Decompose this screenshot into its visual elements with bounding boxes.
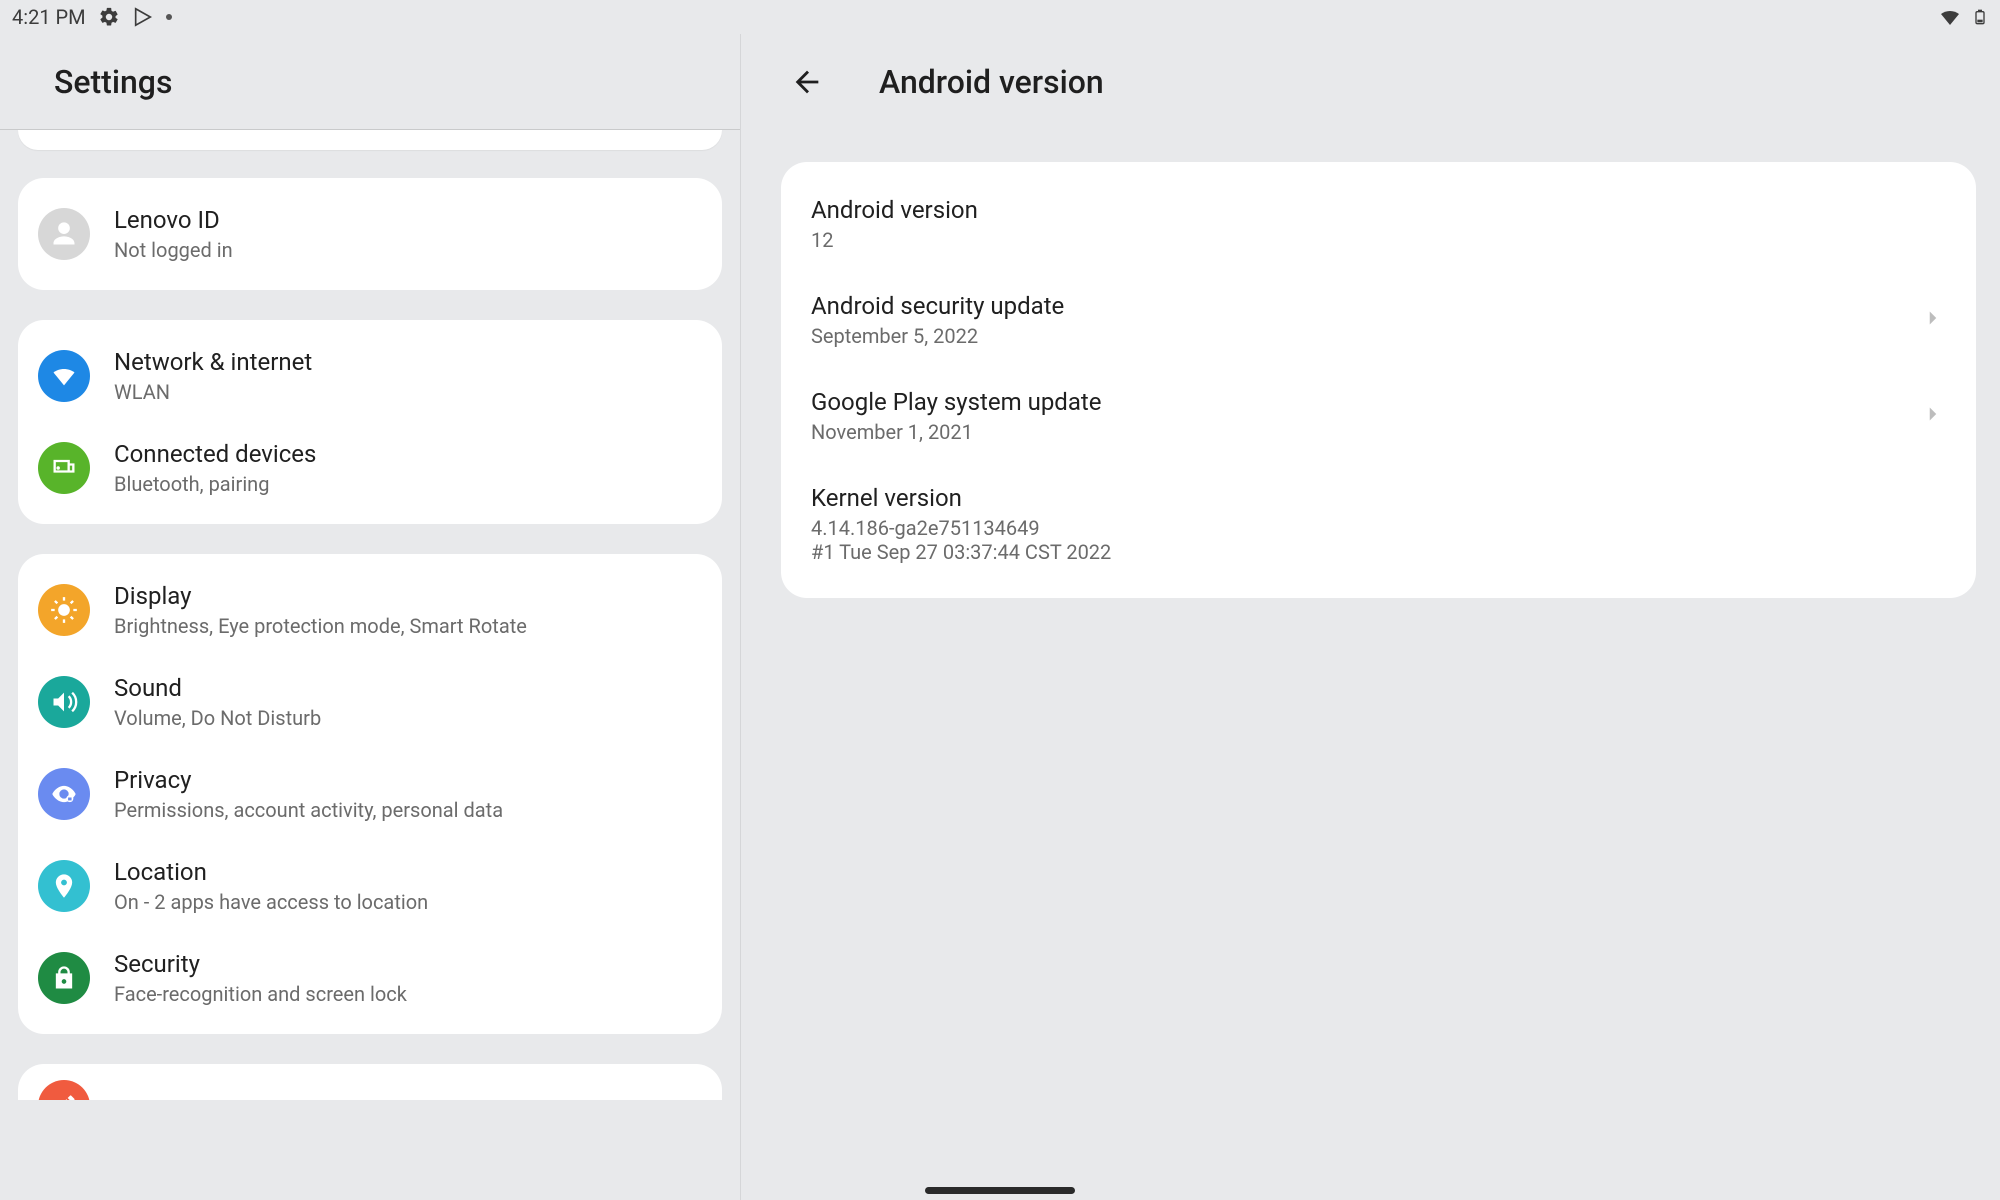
detail-card: Android version 12 Android security update… bbox=[781, 162, 1976, 598]
wifi-icon bbox=[1938, 5, 1962, 29]
row-title: Sound bbox=[114, 674, 321, 702]
detail-row-security_update[interactable]: Android security update September 5, 2022 bbox=[781, 272, 1976, 368]
settings-master-pane: Settings Lenovo ID Not logged in Network… bbox=[0, 34, 740, 1200]
location-icon bbox=[38, 860, 90, 912]
detail-pane: Android version Android version12Android… bbox=[740, 34, 2000, 1200]
pen-icon bbox=[38, 1080, 90, 1100]
settings-header: Settings bbox=[0, 34, 740, 130]
battery-icon bbox=[1972, 5, 1988, 29]
next-card-peek[interactable] bbox=[18, 1064, 722, 1100]
avatar-icon bbox=[38, 208, 90, 260]
row-text: Privacy Permissions, account activity, pe… bbox=[114, 766, 503, 822]
row-title: Network & internet bbox=[114, 348, 312, 376]
settings-title: Settings bbox=[54, 63, 172, 101]
row-subtitle: Volume, Do Not Disturb bbox=[114, 706, 321, 730]
row-text: Lenovo ID Not logged in bbox=[114, 206, 233, 262]
gear-icon bbox=[98, 6, 120, 28]
connected-icon bbox=[38, 442, 90, 494]
row-title: Display bbox=[114, 582, 527, 610]
settings-list[interactable]: Lenovo ID Not logged in Network & intern… bbox=[0, 130, 740, 1200]
detail-item-title: Google Play system update bbox=[811, 388, 1101, 416]
display-icon bbox=[38, 584, 90, 636]
status-left: 4:21 PM bbox=[12, 5, 172, 29]
detail-item-subtitle: November 1, 2021 bbox=[811, 420, 1101, 444]
row-title: Security bbox=[114, 950, 407, 978]
row-text: Security Face-recognition and screen lock bbox=[114, 950, 407, 1006]
detail-item-subtitle: September 5, 2022 bbox=[811, 324, 1064, 348]
detail-item-title: Kernel version bbox=[811, 484, 1111, 512]
row-title: Privacy bbox=[114, 766, 503, 794]
detail-text: Android version 12 bbox=[811, 196, 978, 252]
row-text: Connected devices Bluetooth, pairing bbox=[114, 440, 316, 496]
status-right bbox=[1938, 5, 1988, 29]
row-title: Lenovo ID bbox=[114, 206, 233, 234]
row-text: Network & internet WLAN bbox=[114, 348, 312, 404]
row-title: Connected devices bbox=[114, 440, 316, 468]
detail-text: Google Play system update November 1, 202… bbox=[811, 388, 1101, 444]
settings-row-location[interactable]: Location On - 2 apps have access to locat… bbox=[18, 840, 722, 932]
connectivity-card: Network & internet WLAN Connected devices B… bbox=[18, 320, 722, 524]
row-text: Sound Volume, Do Not Disturb bbox=[114, 674, 321, 730]
row-subtitle: Bluetooth, pairing bbox=[114, 472, 316, 496]
network-icon bbox=[38, 350, 90, 402]
row-subtitle: On - 2 apps have access to location bbox=[114, 890, 428, 914]
settings-row-network[interactable]: Network & internet WLAN bbox=[18, 330, 722, 422]
row-text: Display Brightness, Eye protection mode, … bbox=[114, 582, 527, 638]
row-subtitle: WLAN bbox=[114, 380, 312, 404]
detail-title: Android version bbox=[879, 63, 1104, 101]
chevron-right-icon bbox=[1920, 401, 1946, 431]
detail-item-subtitle: 4.14.186-ga2e751134649 #1 Tue Sep 27 03:… bbox=[811, 516, 1111, 564]
row-subtitle: Permissions, account activity, personal … bbox=[114, 798, 503, 822]
search-bar-peek[interactable] bbox=[18, 130, 722, 150]
notification-dot-icon bbox=[166, 14, 172, 20]
back-button[interactable] bbox=[787, 62, 827, 102]
play-store-icon bbox=[132, 6, 154, 28]
device-card: Display Brightness, Eye protection mode, … bbox=[18, 554, 722, 1034]
status-bar: 4:21 PM bbox=[0, 0, 2000, 34]
privacy-icon bbox=[38, 768, 90, 820]
lenovo-id-row[interactable]: Lenovo ID Not logged in bbox=[18, 188, 722, 280]
row-subtitle: Not logged in bbox=[114, 238, 233, 262]
settings-row-connected[interactable]: Connected devices Bluetooth, pairing bbox=[18, 422, 722, 514]
chevron-right-icon bbox=[1920, 305, 1946, 335]
sound-icon bbox=[38, 676, 90, 728]
row-title: Location bbox=[114, 858, 428, 886]
detail-row-android_version[interactable]: Android version 12 bbox=[781, 176, 1976, 272]
row-subtitle: Face-recognition and screen lock bbox=[114, 982, 407, 1006]
account-card: Lenovo ID Not logged in bbox=[18, 178, 722, 290]
settings-row-security[interactable]: Security Face-recognition and screen lock bbox=[18, 932, 722, 1024]
detail-item-subtitle: 12 bbox=[811, 228, 978, 252]
detail-text: Kernel version 4.14.186-ga2e751134649 #1 … bbox=[811, 484, 1111, 564]
gesture-nav-handle[interactable] bbox=[925, 1187, 1075, 1194]
settings-row-display[interactable]: Display Brightness, Eye protection mode, … bbox=[18, 564, 722, 656]
settings-row-privacy[interactable]: Privacy Permissions, account activity, pe… bbox=[18, 748, 722, 840]
detail-item-title: Android security update bbox=[811, 292, 1064, 320]
row-subtitle: Brightness, Eye protection mode, Smart R… bbox=[114, 614, 527, 638]
detail-item-title: Android version bbox=[811, 196, 978, 224]
detail-row-play_update[interactable]: Google Play system update November 1, 202… bbox=[781, 368, 1976, 464]
row-text: Location On - 2 apps have access to locat… bbox=[114, 858, 428, 914]
settings-row-sound[interactable]: Sound Volume, Do Not Disturb bbox=[18, 656, 722, 748]
status-time: 4:21 PM bbox=[12, 5, 86, 29]
security-icon bbox=[38, 952, 90, 1004]
detail-row-kernel[interactable]: Kernel version 4.14.186-ga2e751134649 #1 … bbox=[781, 464, 1976, 584]
detail-header: Android version bbox=[741, 34, 2000, 130]
detail-text: Android security update September 5, 2022 bbox=[811, 292, 1064, 348]
